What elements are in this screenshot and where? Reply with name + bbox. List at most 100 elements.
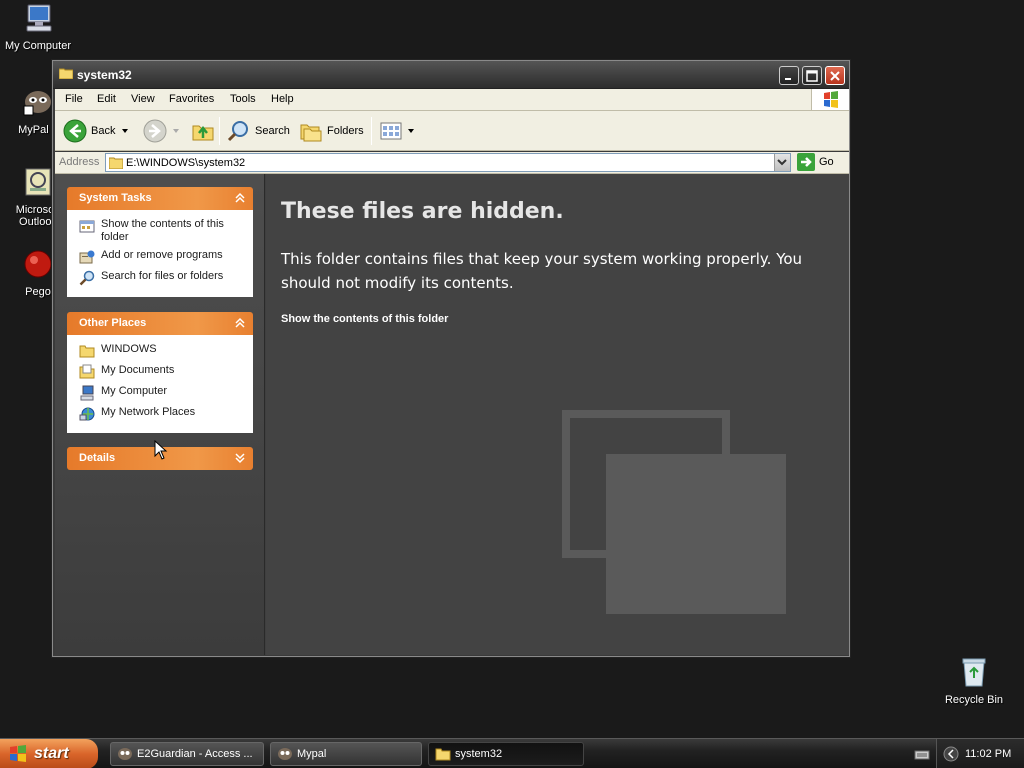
maximize-button[interactable] (802, 66, 822, 85)
panel-title: Details (79, 452, 116, 464)
task-add-remove-programs[interactable]: Add or remove programs (79, 249, 247, 265)
search-label: Search (255, 125, 290, 137)
place-label: My Computer (101, 385, 168, 397)
toolbar-separator (371, 117, 372, 145)
show-contents-icon (79, 220, 95, 233)
system-tasks-header[interactable]: System Tasks (67, 187, 253, 210)
desktop-icon-pego[interactable]: Pego (0, 248, 52, 298)
hidden-files-heading: These files are hidden. (281, 199, 564, 224)
taskbar-item-label: Mypal (297, 748, 327, 760)
folder-icon (79, 345, 95, 358)
folders-icon (300, 124, 322, 142)
clock[interactable]: 11:02 PM (965, 748, 1011, 760)
chevron-down-icon (777, 159, 787, 166)
place-windows[interactable]: WINDOWS (79, 343, 247, 359)
folder-up-icon (192, 125, 214, 141)
address-label: Address (59, 156, 100, 168)
toolbar-separator (219, 117, 220, 145)
up-folder-button[interactable] (191, 117, 219, 145)
desktop-icon-label: My Computer (4, 40, 72, 52)
panel-body: Show the contents of this folder Add or … (67, 210, 253, 297)
outlook-icon (25, 168, 51, 196)
address-dropdown-button[interactable] (774, 154, 790, 171)
desktop-icon-mypal[interactable]: MyPal 6 (0, 86, 52, 136)
desktop-icon-recycle-bin[interactable]: Recycle Bin (936, 656, 1012, 706)
mypal-icon (23, 91, 51, 116)
search-icon (79, 270, 95, 286)
menu-bar: File Edit View Favorites Tools Help (55, 89, 849, 111)
search-icon (227, 121, 248, 142)
back-button[interactable]: Back (63, 117, 135, 145)
folder-icon (109, 157, 123, 169)
pego-icon (24, 250, 52, 278)
system-tasks-panel: System Tasks Show the contents of this f… (67, 187, 253, 297)
place-my-documents[interactable]: My Documents (79, 364, 247, 380)
computer-icon (26, 4, 52, 32)
taskbar-item-mypal[interactable]: Mypal (270, 742, 422, 766)
panel-body: WINDOWS My Documents My Computer My Netw… (67, 335, 253, 433)
panel-title: System Tasks (79, 192, 152, 204)
task-search-files[interactable]: Search for files or folders (79, 270, 247, 286)
other-places-header[interactable]: Other Places (67, 312, 253, 335)
windows-logo-icon (10, 745, 26, 762)
menu-help[interactable]: Help (271, 93, 294, 105)
my-documents-icon (79, 364, 95, 379)
taskbar-item-label: system32 (455, 748, 503, 760)
address-bar: Address E:\WINDOWS\system32 Go (55, 152, 849, 174)
hidden-files-pane: These files are hidden. This folder cont… (266, 174, 849, 655)
search-button[interactable]: Search (227, 117, 290, 145)
task-pane: System Tasks Show the contents of this f… (55, 174, 265, 655)
folders-button[interactable]: Folders (299, 117, 364, 145)
views-icon (380, 122, 402, 140)
task-show-contents[interactable]: Show the contents of this folder (79, 218, 247, 244)
panel-title: Other Places (79, 317, 147, 329)
forward-arrow-icon (143, 119, 167, 143)
taskbar-item-system32[interactable]: system32 (428, 742, 584, 766)
minimize-button[interactable] (779, 66, 799, 85)
menu-tools[interactable]: Tools (230, 93, 256, 105)
other-places-panel: Other Places WINDOWS My Documents My Com… (67, 312, 253, 433)
views-button[interactable] (379, 117, 419, 145)
forward-button[interactable] (143, 117, 185, 145)
go-button[interactable]: Go (797, 153, 834, 171)
menu-file[interactable]: File (65, 93, 83, 105)
taskbar-item-label: E2Guardian - Access ... (137, 748, 253, 760)
desktop-icon-outlook[interactable]: Microsoft Outlook (0, 166, 52, 228)
address-input[interactable]: E:\WINDOWS\system32 (105, 153, 791, 172)
place-label: My Documents (101, 364, 175, 376)
place-my-computer[interactable]: My Computer (79, 385, 247, 401)
start-button[interactable]: start (0, 739, 98, 768)
menu-favorites[interactable]: Favorites (169, 93, 214, 105)
chevron-down-icon (408, 129, 414, 133)
close-button[interactable] (825, 66, 845, 85)
desktop-icon-label: Microsoft Outlook (15, 204, 52, 228)
start-label: start (34, 745, 69, 762)
back-arrow-icon (63, 119, 87, 143)
place-my-network-places[interactable]: My Network Places (79, 406, 247, 422)
mypal-icon (278, 748, 292, 760)
place-label: WINDOWS (101, 343, 157, 355)
menu-edit[interactable]: Edit (97, 93, 116, 105)
close-icon (830, 71, 840, 81)
taskbar-item-e2guardian[interactable]: E2Guardian - Access ... (110, 742, 264, 766)
windows-logo-icon (811, 89, 849, 110)
title-bar[interactable]: system32 (53, 61, 849, 89)
desktop-icon-label: Recycle Bin (944, 694, 1004, 706)
go-arrow-icon (797, 153, 815, 171)
minimize-icon (785, 78, 791, 80)
show-contents-link[interactable]: Show the contents of this folder (281, 313, 448, 325)
chevron-down-icon (235, 453, 245, 464)
back-label: Back (91, 125, 116, 137)
menu-view[interactable]: View (131, 93, 155, 105)
task-label: Add or remove programs (101, 249, 223, 261)
desktop-icon-label: Pego (25, 286, 51, 298)
chevron-up-icon (235, 192, 245, 203)
go-label: Go (819, 156, 834, 168)
desktop-icon-my-computer[interactable]: My Computer (0, 2, 76, 52)
chevron-down-icon (122, 129, 129, 133)
chevron-up-icon (235, 317, 245, 328)
chevron-down-icon (173, 129, 179, 133)
keyboard-icon (914, 750, 930, 760)
show-hidden-icons-chevron-icon[interactable] (943, 746, 959, 762)
address-value: E:\WINDOWS\system32 (126, 157, 246, 169)
